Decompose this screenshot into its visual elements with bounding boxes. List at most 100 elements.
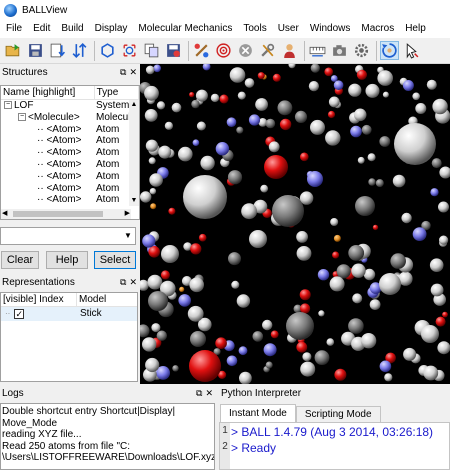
copy-icon[interactable] [142,41,161,60]
atom-sphere[interactable] [415,103,427,114]
atom-sphere[interactable] [294,110,308,123]
column-model[interactable]: Model [77,293,137,306]
atom-sphere[interactable] [375,179,384,188]
atom-sphere[interactable] [151,323,161,333]
select-button[interactable]: Select [94,251,136,269]
column-type[interactable]: Type [95,86,139,99]
atom-sphere[interactable] [248,114,261,126]
atom-sphere[interactable] [330,218,339,226]
camera-icon[interactable] [330,41,349,60]
atom-sphere[interactable] [270,330,279,339]
atom-sphere[interactable] [325,130,341,146]
atom-sphere[interactable] [161,245,179,263]
atom-sphere[interactable] [302,352,312,362]
atom-sphere[interactable] [300,152,309,162]
atom-sphere[interactable] [288,64,296,69]
atom-sphere[interactable] [147,274,163,290]
atom-sphere[interactable] [178,294,191,307]
atom-sphere[interactable] [272,73,281,82]
atom-sphere[interactable] [352,293,363,304]
atom-sphere[interactable] [215,142,230,156]
atom-sphere[interactable] [423,365,439,381]
atom-sphere[interactable] [314,350,330,365]
tree-row[interactable]: ·· <Atom> Atom [1,135,139,147]
atom-sphere[interactable] [355,196,375,216]
save-icon[interactable] [26,41,45,60]
menu-edit[interactable]: Edit [27,20,55,38]
menu-help[interactable]: Help [399,20,431,38]
atom-sphere[interactable] [310,119,325,135]
atom-sphere[interactable] [351,263,366,278]
atom-sphere[interactable] [361,124,372,135]
undock-icon[interactable]: ⧉ [120,278,126,287]
atom-sphere[interactable] [158,145,172,159]
atom-sphere[interactable] [149,188,157,195]
molecular-3d-viewer[interactable] [140,64,450,384]
atom-sphere[interactable] [296,246,312,261]
atom-sphere[interactable] [379,273,401,295]
tab-scripting-mode[interactable]: Scripting Mode [295,406,381,422]
atom-sphere[interactable] [150,203,157,210]
rotate-mode-icon[interactable] [380,41,399,60]
atom-sphere[interactable] [402,80,414,91]
atom-sphere[interactable] [239,371,252,384]
atom-sphere[interactable] [231,280,240,289]
atom-sphere[interactable] [190,243,202,255]
atom-sphere[interactable] [237,91,246,100]
atom-sphere[interactable] [310,64,320,73]
atom-sphere[interactable] [356,69,367,80]
atom-sphere[interactable] [372,224,379,231]
atom-sphere[interactable] [164,121,173,130]
atom-sphere[interactable] [348,83,362,97]
atom-sphere[interactable] [142,337,157,352]
atom-sphere[interactable] [432,98,448,115]
atom-sphere[interactable] [365,83,380,98]
sort-icon[interactable] [70,41,89,60]
visible-checkbox[interactable]: ✓ [14,309,25,319]
atom-sphere[interactable] [144,85,159,101]
save-as-icon[interactable] [164,41,183,60]
atom-sphere[interactable] [300,303,311,314]
atom-sphere[interactable] [244,78,255,88]
scroll-up-icon[interactable]: ▲ [129,100,139,110]
structures-tree[interactable]: Name [highlight] Type − LOF System − <Mole… [0,85,140,220]
atom-sphere[interactable] [324,67,333,77]
atom-sphere[interactable] [215,337,227,350]
atom-sphere[interactable] [189,350,221,382]
atom-sphere[interactable] [202,64,211,71]
atom-sphere[interactable] [179,286,185,292]
atom-sphere[interactable] [198,233,207,242]
atom-sphere[interactable] [238,346,248,356]
atom-sphere[interactable] [403,347,417,361]
atom-sphere[interactable] [249,230,267,248]
atom-sphere[interactable] [421,325,439,343]
atom-sphere[interactable] [353,108,367,122]
atom-sphere[interactable] [145,139,158,152]
atom-sphere[interactable] [178,146,193,162]
atom-sphere[interactable] [296,231,308,243]
atom-sphere[interactable] [145,65,155,75]
tree-vertical-scrollbar[interactable]: ▲ ▼ [129,100,139,206]
atom-sphere[interactable] [308,81,319,92]
atom-sphere[interactable] [148,246,160,258]
atom-sphere[interactable] [236,126,244,134]
selection-combobox[interactable]: ▼ [0,227,136,245]
atom-sphere[interactable] [429,258,444,272]
collapse-toggle-icon[interactable]: − [4,101,12,110]
atom-sphere[interactable] [183,175,227,219]
atom-sphere[interactable] [262,319,273,331]
scroll-right-icon[interactable]: ▶ [125,209,130,219]
tree-row[interactable]: ·· <Atom> Atom [1,124,139,136]
atom-sphere[interactable] [257,72,265,80]
ruler-measure-icon[interactable] [308,41,327,60]
stop-icon[interactable] [236,41,255,60]
atom-sphere[interactable] [228,252,241,266]
atom-sphere[interactable] [160,270,170,280]
atom-sphere[interactable] [191,99,200,109]
bracket-select-icon[interactable] [120,41,139,60]
column-name[interactable]: Name [highlight] [1,86,95,99]
menu-tools[interactable]: Tools [237,20,271,38]
atom-sphere[interactable] [300,361,316,377]
atom-sphere[interactable] [431,158,442,169]
atom-sphere[interactable] [140,279,149,291]
